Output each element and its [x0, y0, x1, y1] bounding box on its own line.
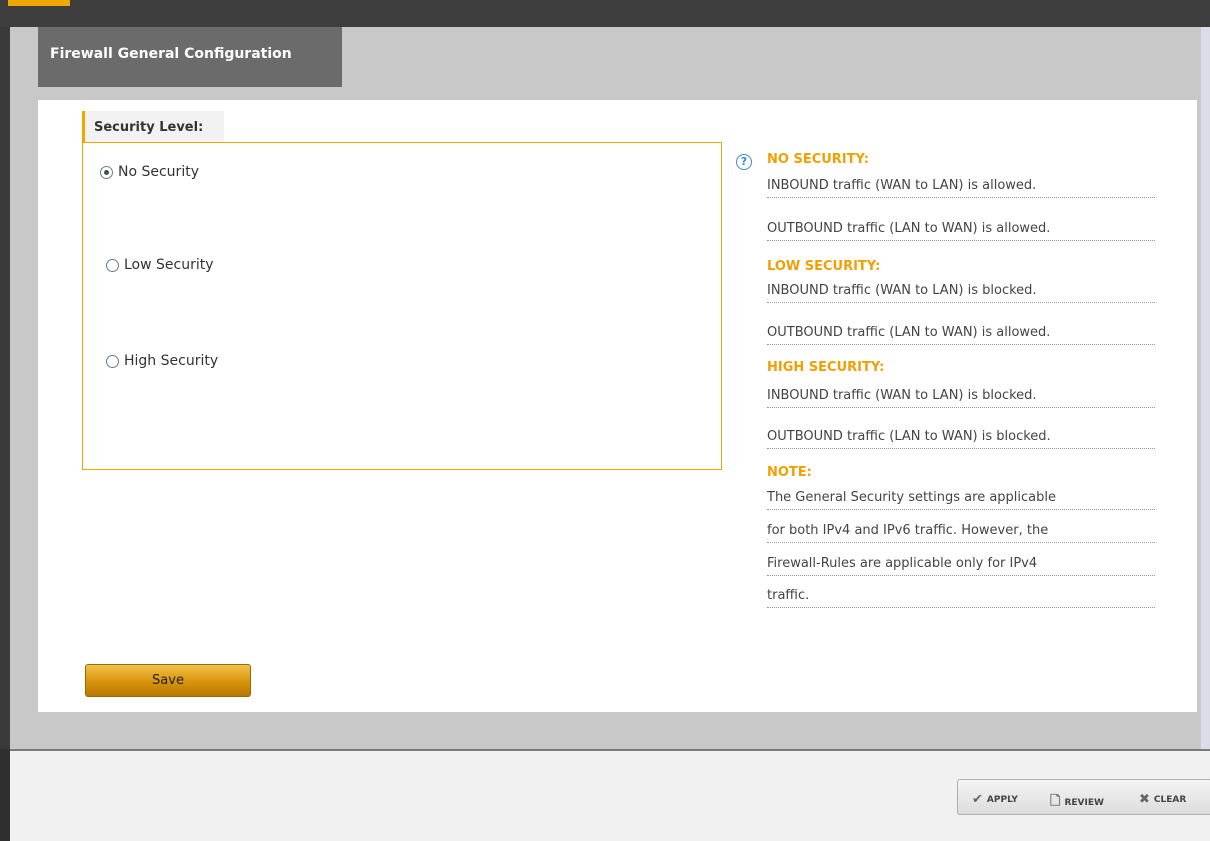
security-level-legend: Security Level:	[82, 111, 224, 142]
top-accent	[8, 0, 70, 6]
heading-high-security: HIGH SECURITY:	[767, 360, 885, 375]
review-label: REVIEW	[1064, 798, 1104, 808]
help-icon: ?	[736, 154, 752, 170]
note-line: traffic.	[767, 588, 1155, 608]
radio-high-security[interactable]: High Security	[106, 353, 218, 369]
note-line: for both IPv4 and IPv6 traffic. However,…	[767, 523, 1155, 543]
info-line: INBOUND traffic (WAN to LAN) is blocked.	[767, 388, 1155, 408]
radio-button[interactable]	[100, 165, 113, 179]
radio-label: High Security	[124, 353, 219, 369]
scrollbar-strip[interactable]	[1200, 27, 1210, 749]
clear-label: CLEAR	[1153, 794, 1187, 805]
radio-button[interactable]	[106, 354, 119, 368]
save-button[interactable]: Save	[85, 664, 251, 697]
action-group: ✔ APPLY 🗋 REVIEW ✖ CLEAR	[957, 779, 1210, 815]
info-line: OUTBOUND traffic (LAN to WAN) is blocked…	[767, 429, 1155, 449]
top-bar	[0, 0, 1210, 27]
left-rail-lower	[0, 749, 10, 841]
info-line: INBOUND traffic (WAN to LAN) is blocked.	[767, 283, 1155, 303]
radio-no-security[interactable]: No Security	[100, 164, 199, 180]
heading-note: NOTE:	[767, 465, 812, 480]
security-level-fieldset	[82, 142, 722, 470]
info-line: OUTBOUND traffic (LAN to WAN) is allowed…	[767, 325, 1155, 345]
review-button[interactable]: 🗋 REVIEW	[1050, 792, 1104, 814]
note-line: Firewall-Rules are applicable only for I…	[767, 556, 1155, 576]
heading-no-security: NO SECURITY:	[767, 152, 869, 167]
clear-icon: ✖	[1139, 792, 1150, 807]
apply-label: APPLY	[986, 794, 1018, 805]
clear-button[interactable]: ✖ CLEAR	[1139, 792, 1186, 807]
left-rail	[0, 27, 10, 749]
info-line: OUTBOUND traffic (LAN to WAN) is allowed…	[767, 221, 1155, 241]
apply-button[interactable]: ✔ APPLY	[972, 792, 1018, 807]
radio-label: Low Security	[124, 257, 214, 273]
note-line: The General Security settings are applic…	[767, 490, 1155, 510]
radio-button[interactable]	[106, 258, 119, 272]
tab-firewall-general-configuration[interactable]: Firewall General Configuration	[38, 27, 342, 87]
document-icon: 🗋	[1050, 794, 1061, 809]
radio-low-security[interactable]: Low Security	[106, 257, 214, 273]
radio-label: No Security	[118, 164, 199, 180]
checkmark-icon: ✔	[972, 792, 983, 807]
heading-low-security: LOW SECURITY:	[767, 259, 881, 274]
info-line: INBOUND traffic (WAN to LAN) is allowed.	[767, 178, 1155, 198]
